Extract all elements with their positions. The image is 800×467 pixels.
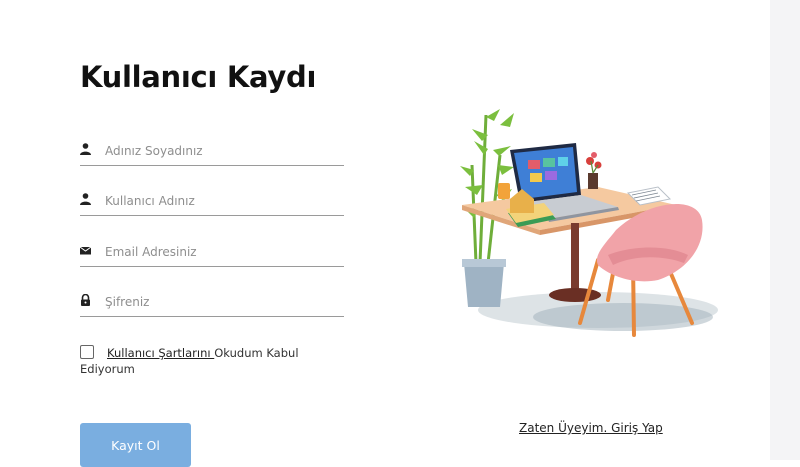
terms-link[interactable]: Kullanıcı Şartlarını — [107, 346, 214, 360]
email-input[interactable] — [105, 240, 340, 264]
register-button[interactable]: Kayıt Ol — [80, 423, 191, 467]
right-scroll-gutter — [770, 0, 800, 460]
terms-agreement: Kullanıcı Şartlarını Okudum Kabul Ediyor… — [80, 345, 340, 377]
desk-workspace-illustration — [460, 109, 718, 337]
username-input[interactable] — [105, 189, 340, 213]
terms-checkbox[interactable] — [80, 345, 94, 359]
lock-icon — [81, 294, 90, 306]
envelope-icon — [80, 246, 91, 255]
username-field — [80, 189, 344, 216]
fullname-input[interactable] — [105, 139, 340, 163]
fullname-field — [80, 139, 344, 166]
password-input[interactable] — [105, 290, 340, 314]
page-title: Kullanıcı Kaydı — [80, 60, 317, 94]
person-icon — [80, 193, 91, 205]
email-field — [80, 240, 344, 267]
password-field — [80, 290, 344, 317]
person-icon — [80, 143, 91, 155]
login-link[interactable]: Zaten Üyeyim. Giriş Yap — [519, 421, 663, 435]
